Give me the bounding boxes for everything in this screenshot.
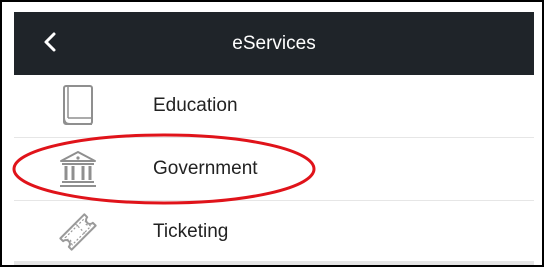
list-item-label: Education: [153, 95, 238, 116]
list-item-ticketing[interactable]: Ticketing: [14, 201, 534, 263]
list-item-education[interactable]: Education: [14, 75, 534, 137]
top-app-bar: eServices: [14, 12, 534, 75]
ticket-icon: [54, 208, 102, 256]
book-icon: [54, 82, 102, 130]
list-item-label: Government: [153, 158, 258, 179]
bottom-scroll-area: [14, 261, 534, 265]
eservices-list: Education Government Ticketing: [14, 75, 534, 261]
page-title: eServices: [232, 32, 316, 54]
screen-frame: eServices Education Government Ticketing: [0, 0, 544, 267]
list-item-government[interactable]: Government: [14, 138, 534, 200]
government-building-icon: [54, 145, 102, 193]
list-item-label: Ticketing: [153, 221, 229, 242]
